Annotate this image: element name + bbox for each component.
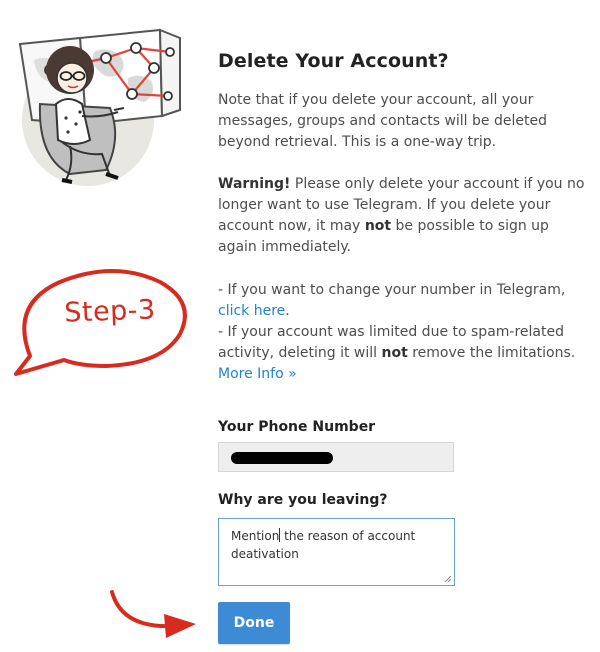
period: . xyxy=(285,303,290,319)
click-here-link[interactable]: click here xyxy=(218,303,285,319)
warning-label: Warning! xyxy=(218,176,291,192)
notes-text: - If you want to change your number in T… xyxy=(218,280,590,385)
intro-text: Note that if you delete your account, al… xyxy=(218,92,547,150)
arrow-icon xyxy=(110,590,196,638)
reason-text-start: Mention xyxy=(231,529,280,543)
phone-number-label: Your Phone Number xyxy=(218,419,376,435)
step-label: Step-3 xyxy=(63,294,157,329)
telegram-illustration xyxy=(18,28,181,186)
phone-number-field[interactable] xyxy=(218,442,454,472)
more-info-link[interactable]: More Info » xyxy=(218,366,297,382)
reason-label: Why are you leaving? xyxy=(218,492,388,508)
warning-not: not xyxy=(364,218,392,234)
redacted-phone-number xyxy=(231,452,333,464)
change-number-note: - If you want to change your number in T… xyxy=(218,282,566,298)
limited-not: not xyxy=(381,345,408,361)
reason-textarea[interactable]: Mention the reason of account deativatio… xyxy=(218,518,455,586)
resize-grip-icon[interactable] xyxy=(444,575,452,583)
warning-text: Warning! Please only delete your account… xyxy=(218,174,588,258)
delete-account-form: Delete Your Account? Note that if you de… xyxy=(218,50,590,644)
limited-note-2: remove the limitations. xyxy=(412,345,576,361)
page-title: Delete Your Account? xyxy=(218,50,449,72)
done-button[interactable]: Done xyxy=(218,602,290,644)
